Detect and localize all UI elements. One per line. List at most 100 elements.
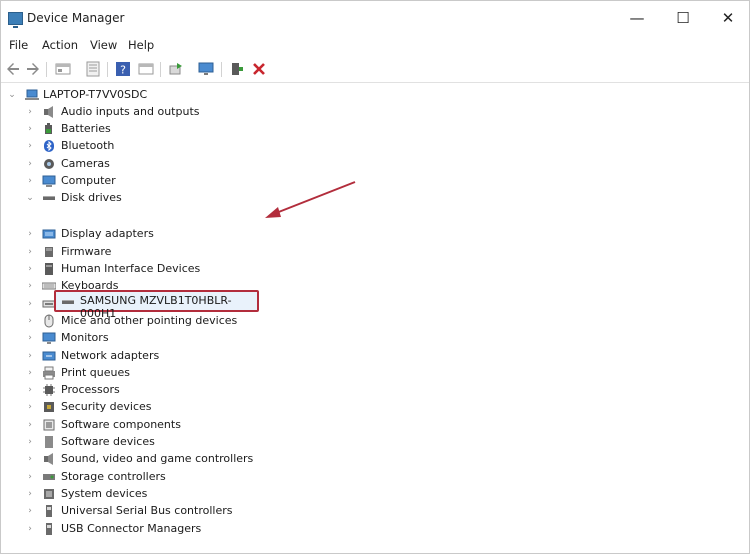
tree-category-label: Storage controllers xyxy=(61,470,166,483)
minimize-button[interactable]: — xyxy=(615,1,659,35)
hid-icon xyxy=(45,263,53,275)
tree-category-label: Cameras xyxy=(61,157,110,170)
network-icon xyxy=(42,351,56,361)
tree-category-row[interactable]: › Firmware xyxy=(1,244,321,261)
scan-hardware-icon[interactable] xyxy=(168,61,184,77)
tree-category-row[interactable]: › System devices xyxy=(1,486,321,503)
tree-category-label: Software components xyxy=(61,418,181,431)
properties-icon[interactable] xyxy=(55,61,71,77)
monitor-icon xyxy=(42,332,56,344)
menu-action[interactable]: Action xyxy=(42,38,78,52)
tree-category-row[interactable]: › Computer xyxy=(1,173,321,190)
device-manager-app-icon xyxy=(8,12,23,28)
usb-icon xyxy=(46,505,52,517)
help-icon[interactable]: ? xyxy=(115,61,131,77)
chevron-right-icon[interactable]: › xyxy=(25,365,35,382)
chevron-right-icon[interactable]: › xyxy=(25,104,35,121)
chevron-right-icon[interactable]: › xyxy=(25,382,35,399)
chevron-right-icon[interactable]: › xyxy=(25,244,35,261)
chevron-right-icon[interactable]: › xyxy=(25,486,35,503)
tree-category-row[interactable]: › Audio inputs and outputs xyxy=(1,104,321,121)
tree-category-row[interactable]: › Display adapters xyxy=(1,226,321,243)
tree-category-label: Batteries xyxy=(61,122,111,135)
display-adapter-icon xyxy=(42,229,56,239)
update-driver-icon[interactable] xyxy=(229,61,245,77)
disk-drive-name: SAMSUNG MZVLB1T0HBLR-000H1 xyxy=(80,294,232,320)
chevron-right-icon[interactable]: › xyxy=(25,434,35,451)
tree-category-row[interactable]: › Software devices xyxy=(1,434,321,451)
menu-file[interactable]: File xyxy=(9,38,28,52)
camera-icon xyxy=(44,159,54,169)
chevron-down-icon[interactable]: ⌄ xyxy=(25,190,35,207)
menu-view[interactable]: View xyxy=(90,38,117,52)
tree-category-row[interactable]: ⌄ Disk drives xyxy=(1,190,321,207)
tree-category-row[interactable]: › Universal Serial Bus controllers xyxy=(1,503,321,520)
usb-connector-icon xyxy=(46,523,52,535)
tree-category-row[interactable]: › Security devices xyxy=(1,399,321,416)
bluetooth-icon xyxy=(44,140,54,152)
tree-category-label: Universal Serial Bus controllers xyxy=(61,504,233,517)
tree-category-row[interactable]: › Network adapters xyxy=(1,348,321,365)
chevron-right-icon[interactable]: › xyxy=(25,348,35,365)
tree-category-label: Bluetooth xyxy=(61,139,115,152)
tree-category-label: Processors xyxy=(61,383,120,396)
chevron-right-icon[interactable]: › xyxy=(25,417,35,434)
security-icon xyxy=(44,402,54,412)
tree-category-row[interactable]: › Sound, video and game controllers xyxy=(1,451,321,468)
laptop-icon xyxy=(25,89,39,100)
title-bar[interactable]: Device Manager — ☐ ✕ xyxy=(1,1,749,35)
software-device-icon xyxy=(45,436,53,448)
tree-category-row[interactable]: › USB Connector Managers xyxy=(1,521,321,538)
chevron-right-icon[interactable]: › xyxy=(25,296,35,313)
resource-view-icon[interactable] xyxy=(138,61,154,77)
tree-category-row[interactable]: › Human Interface Devices xyxy=(1,261,321,278)
maximize-button[interactable]: ☐ xyxy=(661,1,705,35)
chevron-right-icon[interactable]: › xyxy=(25,330,35,347)
uninstall-icon[interactable] xyxy=(251,61,267,77)
tree-category-row[interactable]: › Cameras xyxy=(1,156,321,173)
chevron-right-icon[interactable]: › xyxy=(25,156,35,173)
chevron-right-icon[interactable]: › xyxy=(25,173,35,190)
tree-category-row[interactable]: › Monitors xyxy=(1,330,321,347)
chevron-right-icon[interactable]: › xyxy=(25,226,35,243)
chevron-right-icon[interactable]: › xyxy=(25,469,35,486)
chevron-right-icon[interactable]: › xyxy=(25,451,35,468)
chevron-right-icon[interactable]: › xyxy=(25,138,35,155)
chevron-down-icon[interactable]: ⌄ xyxy=(7,87,17,104)
tree-category-label: Firmware xyxy=(61,245,112,258)
tree-category-row[interactable]: › Batteries xyxy=(1,121,321,138)
back-arrow-icon[interactable] xyxy=(5,61,21,77)
firmware-icon xyxy=(45,247,53,257)
tree-root-row[interactable]: ⌄ LAPTOP-T7VV0SDC xyxy=(1,87,301,104)
selected-disk-item-highlight[interactable]: SAMSUNG MZVLB1T0HBLR-000H1 xyxy=(54,290,259,320)
chevron-right-icon[interactable]: › xyxy=(25,121,35,138)
chevron-right-icon[interactable]: › xyxy=(25,278,35,295)
svg-text:?: ? xyxy=(120,64,126,77)
menu-help[interactable]: Help xyxy=(128,38,154,52)
computer-icon xyxy=(42,175,56,187)
chevron-right-icon[interactable]: › xyxy=(25,503,35,520)
tree-category-label: System devices xyxy=(61,487,148,500)
software-component-icon xyxy=(43,419,55,431)
tree-category-row[interactable]: › Storage controllers xyxy=(1,469,321,486)
tree-category-row[interactable]: › Software components xyxy=(1,417,321,434)
tree-category-row[interactable]: › Bluetooth xyxy=(1,138,321,155)
device-tree: ⌄ LAPTOP-T7VV0SDC › Audio inputs and outp… xyxy=(1,85,749,553)
battery-icon xyxy=(45,123,52,134)
list-view-icon[interactable] xyxy=(85,61,101,77)
sound-icon xyxy=(44,453,53,465)
disk-drive-icon xyxy=(62,300,74,304)
tree-category-row[interactable]: › Print queues xyxy=(1,365,321,382)
monitor-icon[interactable] xyxy=(198,61,214,77)
device-manager-window: Device Manager — ☐ ✕ File Action View He… xyxy=(0,0,750,554)
forward-arrow-icon[interactable] xyxy=(25,61,41,77)
chevron-right-icon[interactable]: › xyxy=(25,521,35,538)
mouse-icon xyxy=(44,314,54,328)
chevron-right-icon[interactable]: › xyxy=(25,399,35,416)
chevron-right-icon[interactable]: › xyxy=(25,261,35,278)
close-button[interactable]: ✕ xyxy=(706,1,749,35)
tree-category-label: Security devices xyxy=(61,400,152,413)
speaker-icon xyxy=(44,106,53,118)
tree-category-row[interactable]: › Processors xyxy=(1,382,321,399)
chevron-right-icon[interactable]: › xyxy=(25,313,35,330)
